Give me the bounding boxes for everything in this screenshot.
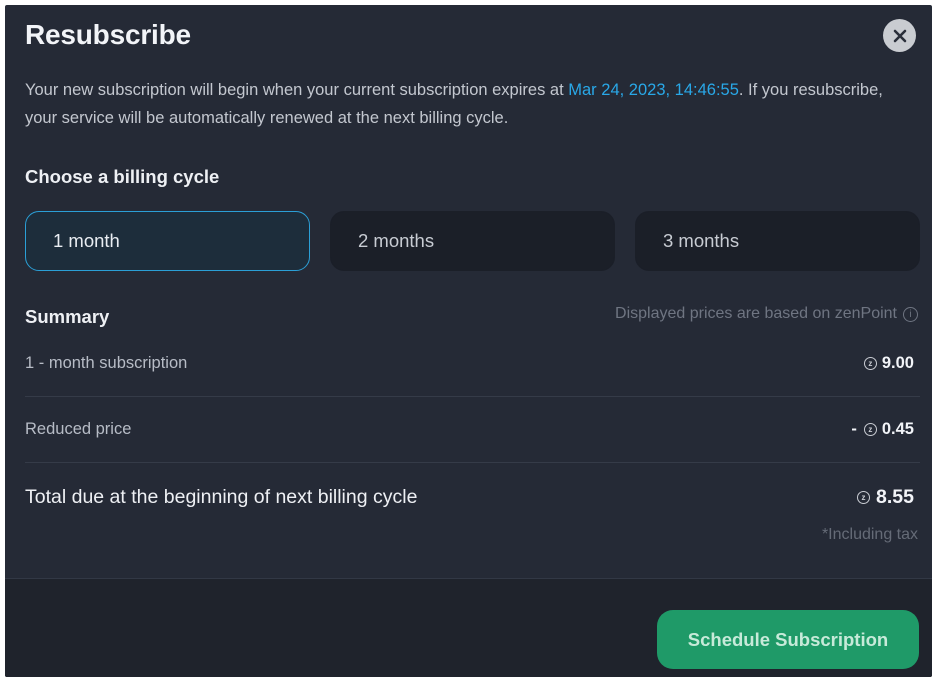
dialog-footer: Schedule Subscription xyxy=(5,578,932,677)
total-due: z 8.55 xyxy=(857,486,914,509)
dialog-description: Your new subscription will begin when yo… xyxy=(25,76,905,132)
summary-divider xyxy=(25,396,920,397)
billing-option-2-months[interactable]: 2 months xyxy=(330,211,615,271)
reduced-price: - z 0.45 xyxy=(851,420,914,439)
billing-option-1-month[interactable]: 1 month xyxy=(25,211,310,271)
billing-option-3-months[interactable]: 3 months xyxy=(635,211,920,271)
close-button[interactable] xyxy=(883,19,916,52)
expiry-date: Mar 24, 2023, 14:46:55 xyxy=(568,81,739,99)
zenpoint-coin-icon: z xyxy=(863,423,877,436)
zenpoint-coin-icon: z xyxy=(863,357,877,370)
reduced-price-label: Reduced price xyxy=(25,420,132,438)
price-basis-text: Displayed prices are based on zenPoint xyxy=(615,305,897,322)
zenpoint-coin-icon: z xyxy=(857,491,871,504)
price-basis-note: Displayed prices are based on zenPoint i xyxy=(615,305,918,323)
summary-heading: Summary xyxy=(25,306,110,327)
dialog-title: Resubscribe xyxy=(25,19,191,50)
info-icon[interactable]: i xyxy=(903,306,918,322)
total-due-value: 8.55 xyxy=(876,486,914,508)
billing-cycle-options: 1 month 2 months 3 months xyxy=(25,211,920,271)
resubscribe-dialog: Resubscribe Your new subscription will b… xyxy=(5,5,932,677)
subscription-label: 1 - month subscription xyxy=(25,354,188,372)
description-text-start: Your new subscription will begin when yo… xyxy=(25,81,569,99)
schedule-subscription-button[interactable]: Schedule Subscription xyxy=(657,610,919,669)
billing-cycle-heading: Choose a billing cycle xyxy=(25,166,220,187)
tax-note: *Including tax xyxy=(821,526,918,543)
close-icon xyxy=(893,29,906,42)
total-due-label: Total due at the beginning of next billi… xyxy=(25,486,418,508)
summary-divider xyxy=(25,462,920,463)
subscription-price-value: 9.00 xyxy=(881,354,914,372)
reduced-price-value: 0.45 xyxy=(881,420,914,438)
reduced-price-sign: - xyxy=(851,420,857,438)
subscription-price: z 9.00 xyxy=(863,354,914,373)
